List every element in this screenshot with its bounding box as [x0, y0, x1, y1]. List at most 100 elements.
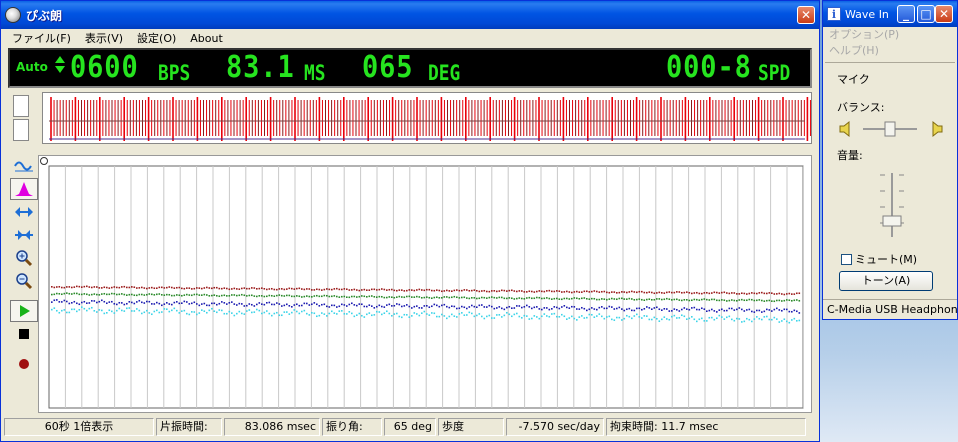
trace-dot [113, 302, 116, 305]
trace-dot [176, 301, 178, 303]
trace-dot [621, 319, 623, 321]
trace-dot [561, 291, 563, 293]
trace-dot [208, 309, 211, 312]
menu-bar: ファイル(F) 表示(V) 設定(O) About [1, 29, 819, 49]
trace-dot [521, 306, 523, 309]
trace-dot [66, 292, 68, 294]
trace-dot [216, 303, 218, 306]
title-bar[interactable]: ぴぶ朗 ✕ [1, 1, 819, 29]
trace-dot [143, 287, 146, 289]
trace-dot [713, 298, 716, 301]
wave-in-title-bar[interactable]: i Wave In _ □ ✕ [823, 1, 957, 27]
trace-dot [651, 308, 653, 311]
trace-dot [473, 289, 476, 291]
record-icon[interactable] [10, 353, 38, 375]
menu-view[interactable]: 表示(V) [78, 29, 130, 49]
trace-dot [168, 310, 171, 313]
trace-dot [78, 285, 81, 288]
tone-button[interactable]: トーン(A) [839, 271, 933, 291]
trace-dot [358, 303, 361, 305]
trace-dot [686, 291, 688, 293]
wave-channel-box-1[interactable] [13, 95, 29, 117]
menu-file[interactable]: ファイル(F) [5, 29, 78, 49]
trace-dot [578, 316, 581, 318]
auto-mode-label[interactable]: Auto [16, 60, 48, 74]
trace-dot [363, 316, 366, 318]
zoom-in-icon[interactable] [10, 247, 38, 269]
wave-in-close-button[interactable]: ✕ [935, 5, 953, 23]
balance-slider[interactable] [839, 119, 943, 139]
trace-dot [763, 316, 766, 318]
zoom-out-icon[interactable] [10, 270, 38, 292]
menu-settings[interactable]: 設定(O) [130, 29, 183, 49]
play-icon[interactable] [10, 300, 38, 322]
close-button[interactable]: ✕ [797, 6, 815, 24]
trace-dot [773, 293, 776, 295]
menu-options[interactable]: オプション(P) [823, 27, 957, 43]
trace-dot [526, 291, 528, 293]
trace-dot [568, 298, 571, 300]
trace-dot [773, 308, 776, 311]
volume-label: 音量: [837, 149, 863, 162]
volume-slider[interactable] [877, 171, 907, 241]
trace-dot [206, 311, 208, 314]
wave-icon[interactable] [10, 155, 38, 177]
trace-dot [51, 286, 53, 288]
trace-dot [663, 316, 666, 318]
trace-dot [166, 293, 168, 296]
trace-dot [513, 298, 516, 300]
trace-dot [456, 307, 458, 310]
trace-dot [191, 302, 193, 305]
trace-dot [506, 297, 508, 300]
expand-h-icon[interactable] [10, 201, 38, 223]
trace-dot [353, 295, 356, 298]
trace-dot [721, 316, 723, 318]
bph-spinner[interactable] [54, 53, 66, 85]
trace-dot [156, 287, 158, 290]
trace-dot [473, 315, 476, 318]
trace-dot [203, 310, 206, 312]
trace-dot [198, 294, 201, 296]
trace-dot [218, 295, 221, 298]
trace-dot [733, 292, 736, 294]
wave-channel-box-2[interactable] [13, 119, 29, 141]
trace-dot [58, 285, 61, 288]
shrink-h-icon[interactable] [10, 224, 38, 246]
trace-dot [228, 302, 231, 304]
trace-dot [491, 290, 493, 292]
trace-dot [91, 300, 93, 302]
trace-dot [578, 291, 581, 293]
trace-dot [68, 292, 71, 295]
trace-dot [406, 295, 408, 298]
mute-checkbox-box[interactable] [841, 253, 852, 265]
trace-dot [376, 289, 378, 291]
trace-dot [561, 313, 563, 316]
trace-dot [678, 291, 681, 293]
histogram-icon[interactable] [10, 178, 38, 200]
stop-icon[interactable] [10, 323, 38, 345]
trace-dot [756, 316, 758, 318]
minimize-button[interactable]: _ [897, 5, 915, 23]
trace-dot [703, 292, 706, 294]
trace-dot [181, 310, 183, 312]
mute-label: ミュート(M) [855, 253, 918, 266]
mute-checkbox[interactable]: ミュート(M) [841, 251, 917, 267]
spin-up-icon[interactable] [55, 56, 65, 63]
status-display-mode: 60秒 1倍表示 [4, 418, 154, 436]
trace-dot [146, 300, 148, 303]
maximize-button[interactable]: □ [917, 5, 935, 23]
trace-dot [83, 285, 86, 288]
trace-dot [533, 291, 536, 293]
trace-dot [133, 310, 136, 312]
trace-dot [241, 287, 243, 290]
trace-dot [603, 307, 606, 310]
trace-dot [123, 285, 126, 288]
trace-dot [511, 315, 513, 318]
trace-dot [196, 313, 198, 316]
trace-dot [471, 289, 473, 292]
menu-about[interactable]: About [183, 29, 230, 49]
spin-down-icon[interactable] [55, 66, 65, 73]
trace-dot [126, 286, 128, 289]
menu-help[interactable]: ヘルプ(H) [823, 43, 957, 59]
trace-dot [446, 296, 448, 298]
